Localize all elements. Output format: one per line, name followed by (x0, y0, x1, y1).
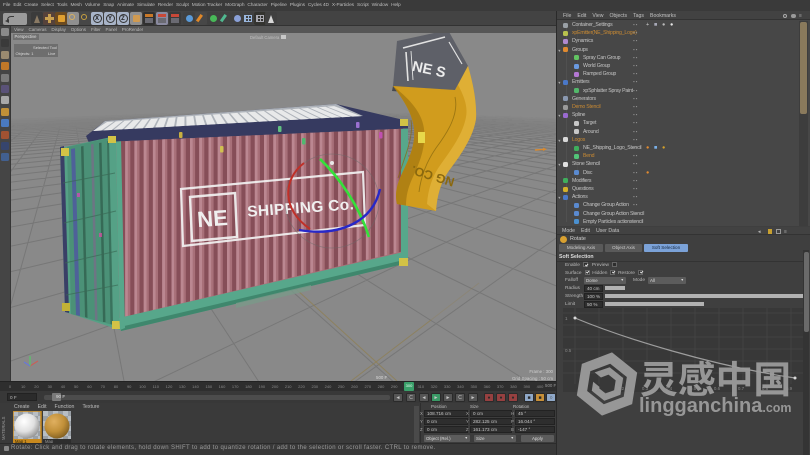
svg-text:lingganchina.com: lingganchina.com (639, 395, 792, 417)
